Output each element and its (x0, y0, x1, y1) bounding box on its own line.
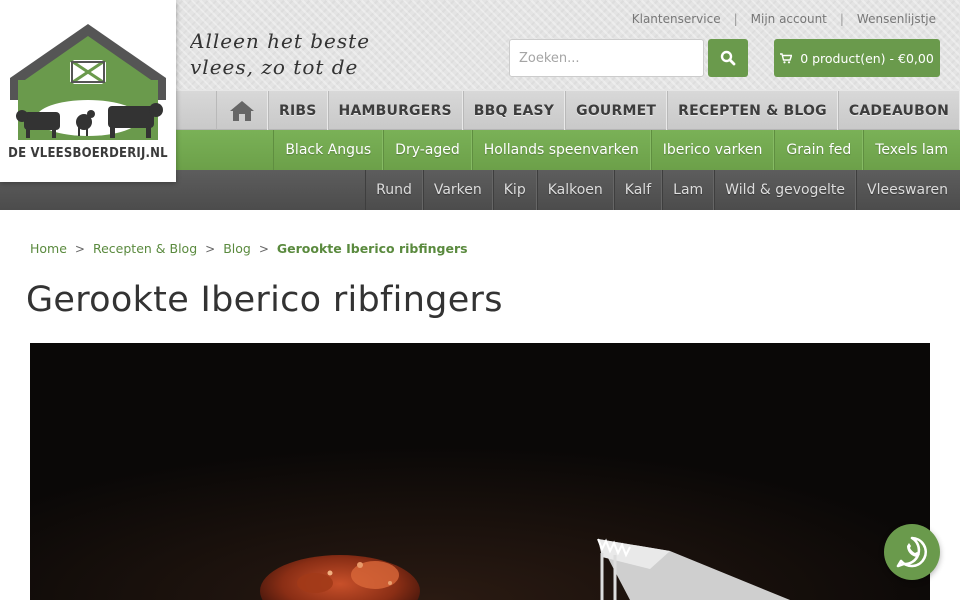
nav-gourmet[interactable]: GOURMET (565, 91, 668, 130)
search-button[interactable] (708, 39, 748, 77)
breadcrumb-blog[interactable]: Blog (223, 241, 251, 256)
nav-varken[interactable]: Varken (422, 170, 493, 210)
logo-text: DE VLEESBOERDERIJ.NL (8, 146, 168, 161)
tagline-line-2: vlees, zo tot de (190, 55, 359, 79)
breadcrumb-separator: > (74, 241, 85, 256)
breadcrumb-home[interactable]: Home (30, 241, 67, 256)
whatsapp-button[interactable] (884, 524, 940, 580)
nav-kalf[interactable]: Kalf (613, 170, 663, 210)
breadcrumb-recepten-blog[interactable]: Recepten & Blog (93, 241, 197, 256)
main-nav: RIBS HAMBURGERS BBQ EASY GOURMET RECEPTE… (176, 90, 960, 130)
cart-button[interactable]: 0 product(en) - €0,00 (774, 39, 940, 77)
nav-hamburgers[interactable]: HAMBURGERS (327, 91, 463, 130)
nav-black-angus[interactable]: Black Angus (273, 130, 384, 170)
whatsapp-icon (896, 536, 928, 568)
top-link-klantenservice[interactable]: Klantenservice (632, 12, 721, 26)
search-input[interactable] (509, 39, 704, 77)
barn-logo-icon (10, 24, 166, 140)
nav-dry-aged[interactable]: Dry-aged (383, 130, 472, 170)
category-nav: Black Angus Dry-aged Hollands speenvarke… (176, 130, 960, 170)
nav-ribs[interactable]: RIBS (268, 91, 328, 130)
nav-bbq-easy[interactable]: BBQ EASY (462, 91, 566, 130)
logo[interactable]: DE VLEESBOERDERIJ.NL (0, 0, 176, 182)
nav-vleeswaren[interactable]: Vleeswaren (856, 170, 960, 210)
site-header: DE VLEESBOERDERIJ.NL Alleen het beste vl… (0, 0, 960, 210)
top-links-separator: | (839, 12, 844, 26)
nav-wild-gevogelte[interactable]: Wild & gevogelte (714, 170, 857, 210)
nav-kalkoen[interactable]: Kalkoen (536, 170, 614, 210)
ribfingers-photo (30, 343, 930, 600)
top-links: Klantenservice | Mijn account | Wensenli… (632, 12, 936, 26)
tagline-line-1: Alleen het beste (190, 29, 371, 53)
nav-kip[interactable]: Kip (492, 170, 537, 210)
nav-grain-fed[interactable]: Grain fed (774, 130, 864, 170)
nav-hollands-speenvarken[interactable]: Hollands speenvarken (471, 130, 651, 170)
breadcrumb-current: Gerookte Iberico ribfingers (276, 241, 468, 256)
top-link-wensenlijstje[interactable]: Wensenlijstje (857, 12, 936, 26)
tagline: Alleen het beste vlees, zo tot de (190, 28, 380, 84)
top-link-mijn-account[interactable]: Mijn account (751, 12, 827, 26)
top-links-separator: | (733, 12, 738, 26)
page-title: Gerookte Iberico ribfingers (26, 280, 503, 320)
nav-recepten-blog[interactable]: RECEPTEN & BLOG (667, 91, 838, 130)
cart-label: 0 product(en) - €0,00 (800, 50, 934, 66)
cart-icon (780, 52, 793, 63)
breadcrumb-separator: > (205, 241, 216, 256)
nav-texels-lam[interactable]: Texels lam (863, 130, 960, 170)
breadcrumb-separator: > (258, 241, 269, 256)
nav-iberico-varken[interactable]: Iberico varken (650, 130, 775, 170)
page: DE VLEESBOERDERIJ.NL Alleen het beste vl… (0, 0, 960, 600)
search-icon (720, 50, 736, 66)
nav-cadeaubon[interactable]: CADEAUBON (837, 91, 960, 130)
nav-lam[interactable]: Lam (662, 170, 715, 210)
nav-rund[interactable]: Rund (365, 170, 423, 210)
home-icon (230, 100, 254, 121)
breadcrumb: Home > Recepten & Blog > Blog > Gerookte… (30, 241, 468, 256)
nav-home[interactable] (216, 91, 268, 130)
hero-image (30, 343, 930, 600)
